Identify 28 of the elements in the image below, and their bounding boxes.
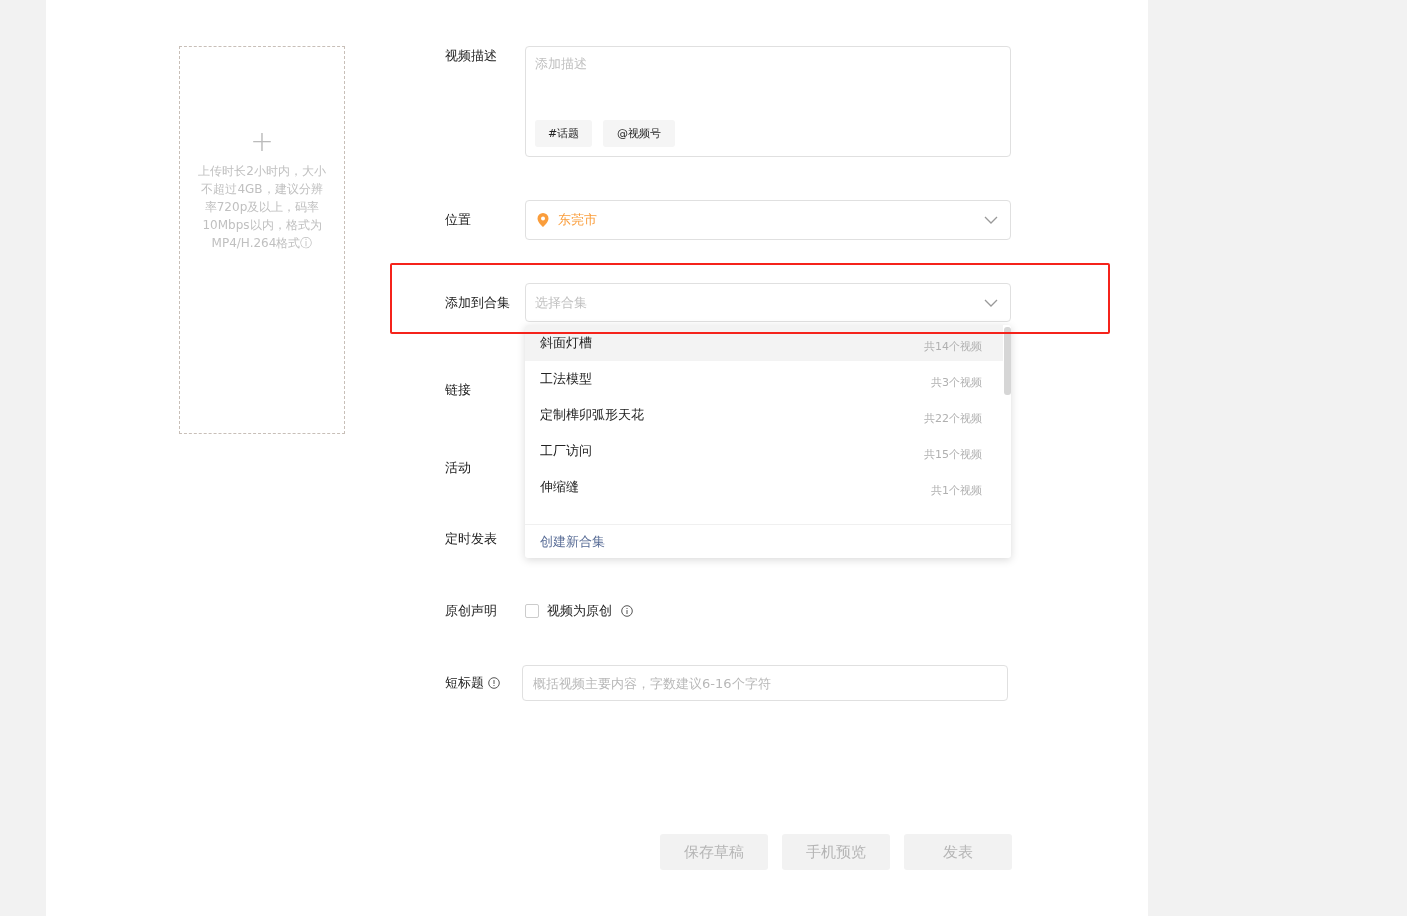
short-title-field[interactable]: 概括视频主要内容，字数建议6-16个字符 — [522, 665, 1008, 701]
tag-chip[interactable]: @视频号 — [603, 120, 675, 147]
chevron-down-icon — [984, 216, 998, 224]
scrollbar-thumb[interactable] — [1004, 327, 1011, 395]
field-label: 活动 — [445, 459, 472, 477]
field-label: 位置 — [445, 211, 472, 229]
create-collection-link[interactable]: 创建新合集 — [525, 524, 1011, 558]
field-label: 视频描述 — [445, 47, 498, 65]
checkbox-label: 视频为原创 — [547, 602, 612, 620]
collection-option[interactable]: 工法模型 共3个视频 — [525, 361, 1003, 397]
field-label: 链接 — [445, 381, 472, 399]
placeholder: 添加描述 — [535, 55, 588, 73]
tag-chip[interactable]: #话题 — [535, 120, 592, 147]
field-label: 原创声明 — [445, 602, 498, 620]
field-label: 添加到合集 — [445, 293, 511, 312]
collection-option[interactable]: 工厂访问 共15个视频 — [525, 433, 1003, 469]
collection-option[interactable]: 定制榫卯弧形天花 共22个视频 — [525, 397, 1003, 433]
checkbox[interactable] — [525, 604, 539, 618]
field-label: 短标题 — [445, 674, 484, 692]
chevron-down-icon — [984, 298, 998, 307]
plus-icon: + — [250, 128, 274, 156]
description-field[interactable]: 添加描述 #话题 @视频号 — [525, 46, 1011, 157]
info-icon[interactable] — [488, 677, 500, 689]
field-label: 定时发表 — [445, 530, 498, 548]
collection-option[interactable]: 斜面灯槽 共14个视频 — [525, 325, 1003, 361]
location-pin-icon — [537, 213, 549, 227]
collection-option[interactable]: 伸缩缝 共1个视频 — [525, 469, 1003, 505]
info-icon[interactable] — [621, 605, 633, 617]
